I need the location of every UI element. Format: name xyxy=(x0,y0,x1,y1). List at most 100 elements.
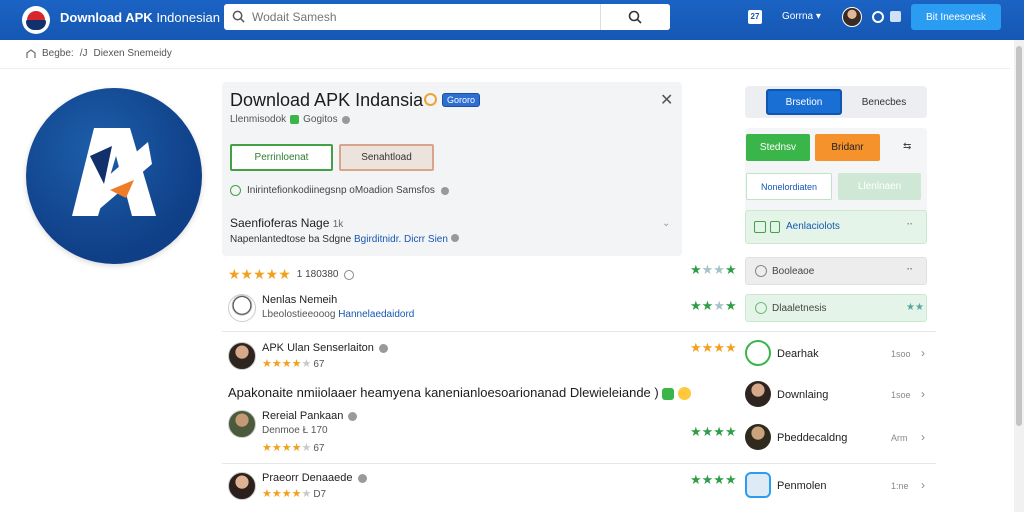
site-logo[interactable] xyxy=(22,6,50,34)
orange-action-button[interactable]: Bridanr xyxy=(815,134,880,161)
star-icon[interactable]: ★★ xyxy=(906,302,924,313)
download-list-item[interactable]: Pbeddecaldng Arm › xyxy=(745,424,935,452)
verified-icon xyxy=(348,411,358,421)
chevron-right-icon[interactable]: › xyxy=(921,387,925,401)
emoji-icon xyxy=(662,387,675,400)
document-icon xyxy=(770,221,780,233)
check-circle-icon xyxy=(230,185,241,196)
swap-arrows-icon[interactable]: ⇆ xyxy=(903,141,911,152)
review-avatar[interactable] xyxy=(228,294,256,322)
section-title: Saenfioferas Nage 1k xyxy=(230,216,344,230)
review-meta: ★★★★★ D7 xyxy=(262,488,327,500)
reviewer-name[interactable]: Rereial Pankaan xyxy=(262,410,358,422)
download-list-item[interactable]: Downlaing 1soe › xyxy=(745,381,935,409)
developer-tag: Gogitos xyxy=(303,114,338,125)
download-app-icon xyxy=(745,472,771,498)
reviewer-name[interactable]: Nenlas Nemeih xyxy=(262,294,337,306)
right-action-panel: Stednsv Bridanr ⇆ Nonelordiaten Llenlnae… xyxy=(745,128,927,244)
rating-stars-icon: ★★★★★ xyxy=(228,266,291,282)
panel-row-item[interactable]: Aenlaciolots ⠒ xyxy=(745,210,927,244)
chevron-right-icon[interactable]: › xyxy=(921,346,925,360)
rating-stars-icon: ★★★★ xyxy=(690,424,737,439)
review-meta: ★★★★★ 67 xyxy=(262,358,325,370)
verified-icon xyxy=(290,115,300,124)
rating-summary: ★★★★★ 1 180380 xyxy=(228,266,355,283)
rating-stars-icon: ★★★★ xyxy=(690,298,737,313)
download-list-item[interactable]: Dearhak 1soo › xyxy=(745,340,935,368)
info-ring-icon[interactable] xyxy=(344,269,355,280)
outline-button[interactable]: Nonelordiaten xyxy=(746,173,832,200)
breadcrumb-divider xyxy=(0,68,1010,69)
info-dot-icon[interactable] xyxy=(440,186,449,195)
rating-count: 1 180380 xyxy=(296,269,339,280)
install-button[interactable]: Perrinloenat xyxy=(230,144,333,171)
tab-active[interactable]: Brsetion xyxy=(766,89,842,115)
info-text: Inirintefionkodiinegsnp oMoadion Samsfos xyxy=(247,185,435,196)
help-icon[interactable] xyxy=(341,115,350,124)
right-list-item[interactable]: Dlaaletnesis ★★ xyxy=(745,294,927,322)
developer-line: Llenmisodok Gogitos xyxy=(230,114,350,125)
breadcrumb: Begbe: /J Diexen Snemeidy xyxy=(26,48,172,59)
developer-name[interactable]: Llenmisodok xyxy=(230,114,286,125)
breadcrumb-current: Diexen Snemeidy xyxy=(93,48,172,59)
reviewer-name[interactable]: Praeorr Denaaede xyxy=(262,472,367,484)
review-avatar[interactable] xyxy=(228,410,256,438)
review-meta: Lbeolostieeooog Hannelaedaidord xyxy=(262,309,415,320)
chevron-right-icon[interactable]: › xyxy=(921,478,925,492)
green-action-button[interactable]: Stednsv xyxy=(746,134,810,161)
language-dropdown[interactable]: Gorrna ▾ xyxy=(782,11,821,22)
app-details-card: Download APK Indansia Gororo ✕ Llenmisod… xyxy=(222,82,682,256)
expand-chevron-icon[interactable]: ⌄ xyxy=(662,218,670,229)
search-icon xyxy=(628,10,642,24)
review-meta: Denmoe Ł 170 xyxy=(262,425,328,436)
breadcrumb-separator: /J xyxy=(79,48,88,59)
app-logo-mark-icon xyxy=(72,128,156,216)
square-icon[interactable] xyxy=(890,11,901,22)
site-title[interactable]: Download APK Indonesian xyxy=(60,10,220,25)
app-badge: Gororo xyxy=(442,93,481,107)
review-avatar[interactable] xyxy=(228,342,256,370)
top-header: Download APK Indonesian 27 Gorrna ▾ Bit … xyxy=(0,0,1024,40)
app-title: Download APK Indansia xyxy=(230,90,424,110)
circle-icon xyxy=(755,302,767,314)
more-icon[interactable]: ⠒ xyxy=(906,220,913,231)
home-icon[interactable] xyxy=(26,48,36,59)
download-app-icon xyxy=(745,340,771,366)
info-circle-icon[interactable] xyxy=(424,93,437,106)
search-icon xyxy=(232,10,245,23)
scrollbar-thumb[interactable] xyxy=(1016,46,1022,426)
emoji-face-icon xyxy=(677,387,691,401)
app-logo xyxy=(26,88,202,264)
download-app-icon xyxy=(745,381,771,407)
breadcrumb-item[interactable]: Begbe: xyxy=(42,48,74,59)
search-button[interactable] xyxy=(600,4,670,30)
right-list-item[interactable]: Booleaoe ⠒ xyxy=(745,257,927,285)
rating-stars-icon: ★★★★ xyxy=(690,472,737,487)
right-tabs: Brsetion Benecbes xyxy=(745,86,927,118)
download-app-icon xyxy=(745,424,771,450)
rating-stars-icon: ★★★★ xyxy=(690,262,737,277)
disabled-button[interactable]: Llenlnaen xyxy=(838,173,921,200)
reviewer-name[interactable]: APK Ulan Senserlaiton xyxy=(262,342,388,354)
page-scrollbar[interactable] xyxy=(1014,40,1024,512)
file-icon xyxy=(754,221,766,233)
calendar-icon[interactable]: 27 xyxy=(748,10,762,24)
close-icon[interactable]: ✕ xyxy=(660,90,673,110)
section-subtitle: Napenlantedtose ba Sdgne Bgirditnidr. Di… xyxy=(230,234,459,245)
review-avatar[interactable] xyxy=(228,472,256,500)
download-button[interactable]: Senahtload xyxy=(339,144,434,171)
chevron-right-icon[interactable]: › xyxy=(921,430,925,444)
review-stars-icon: ★★★★★ xyxy=(262,488,312,500)
header-cta-button[interactable]: Bit Ineesoesk xyxy=(911,4,1001,30)
user-avatar[interactable] xyxy=(842,7,862,27)
circle-icon xyxy=(755,265,767,277)
rating-stars-icon: ★★★★ xyxy=(690,340,737,355)
globe-icon[interactable] xyxy=(872,11,884,23)
review-text: Apakonaite nmiiolaaer heamyena kanenianl… xyxy=(228,385,691,401)
more-icon[interactable]: ⠒ xyxy=(906,265,913,276)
info-line: Inirintefionkodiinegsnp oMoadion Samsfos xyxy=(230,185,449,196)
info-dot-icon[interactable] xyxy=(450,234,459,242)
tab-inactive[interactable]: Benecbes xyxy=(845,89,923,115)
download-list-item[interactable]: Penmolen 1:ne › xyxy=(745,472,935,500)
search-input[interactable] xyxy=(252,8,612,26)
